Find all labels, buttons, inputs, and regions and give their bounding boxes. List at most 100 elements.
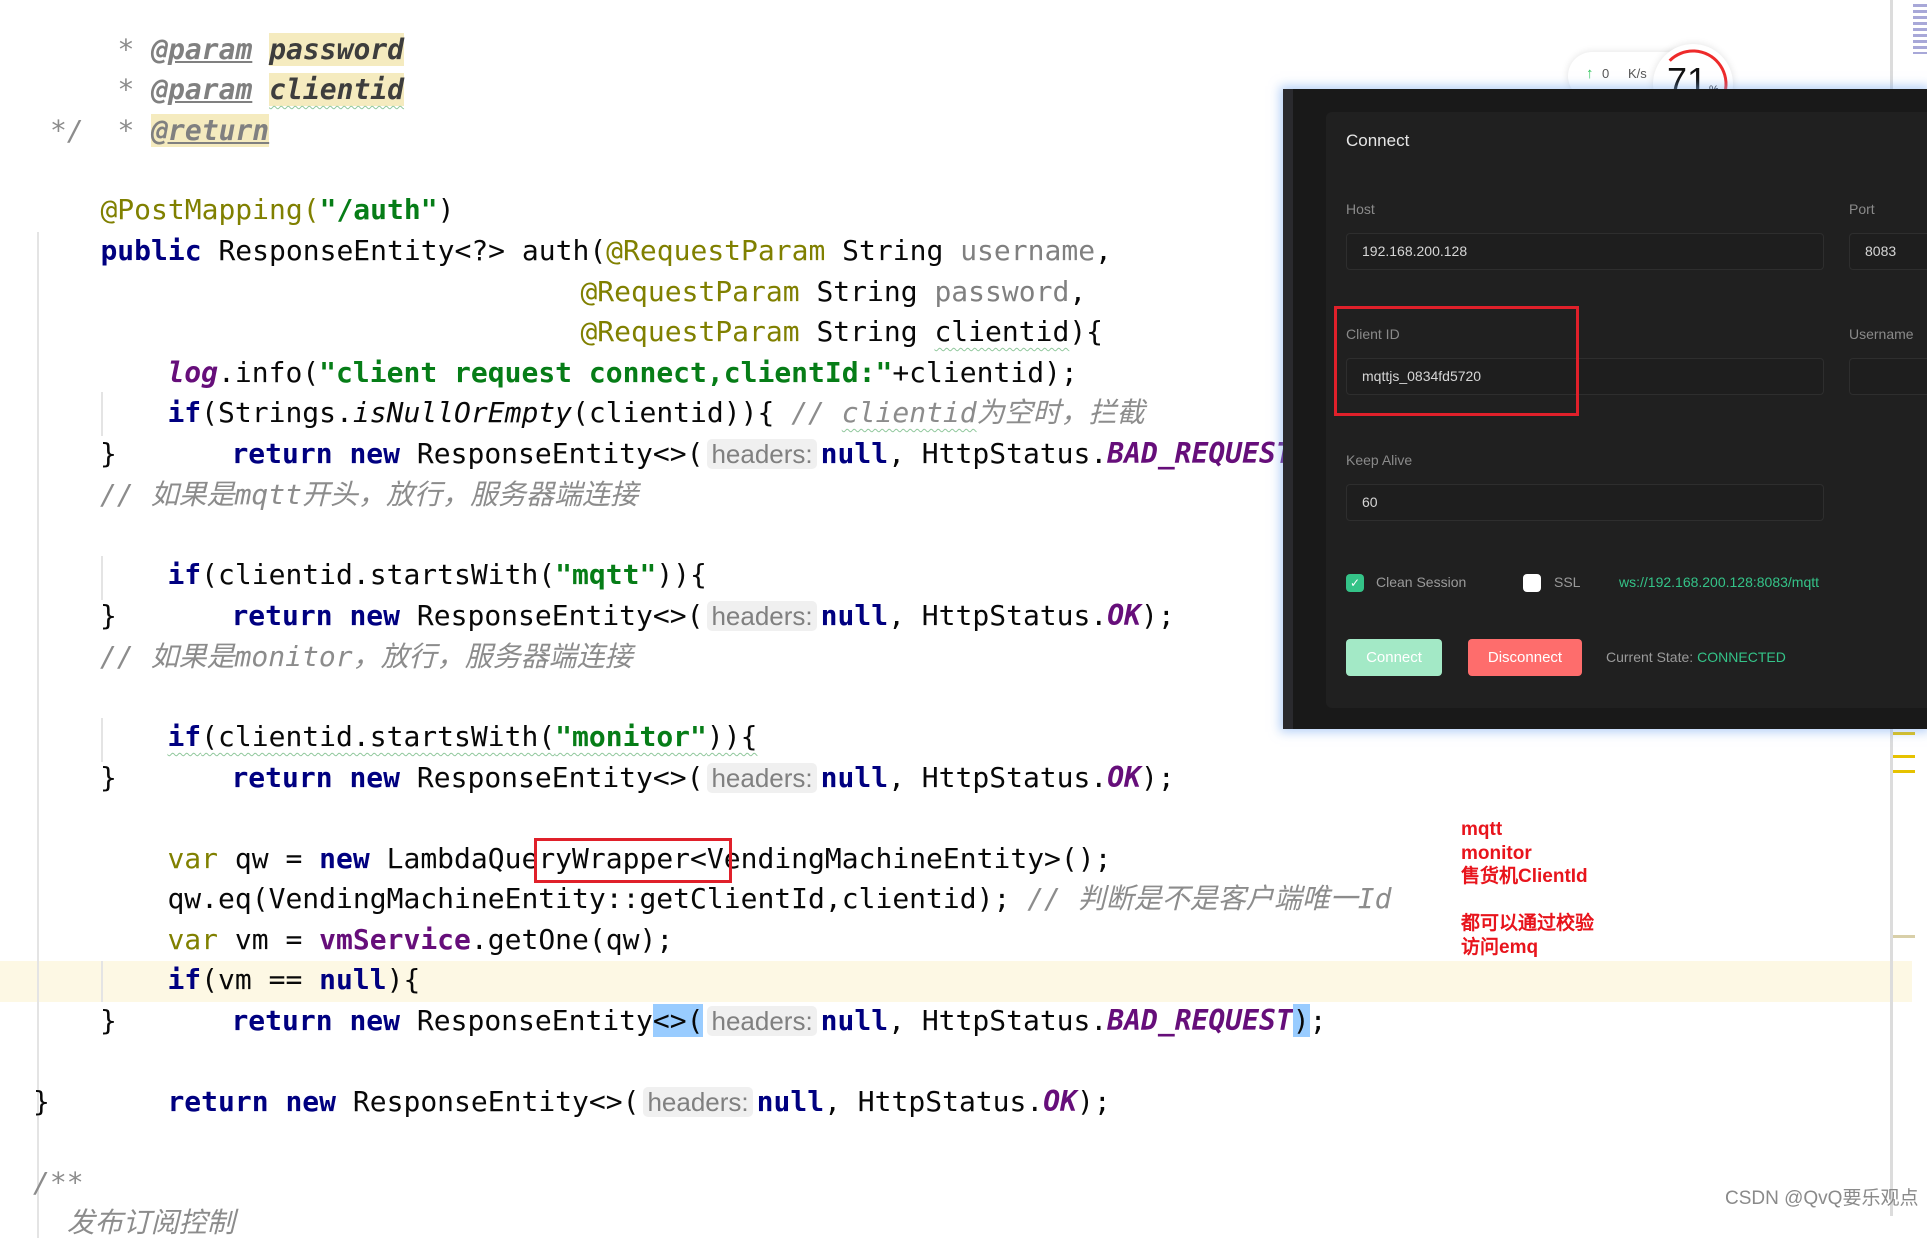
enum-constant: BAD_REQUEST [1107,437,1293,470]
keyword: null [820,761,889,794]
host-label: Host [1346,201,1375,217]
keep-alive-input[interactable]: 60 [1346,484,1824,521]
code-line: */ [50,114,84,147]
scrollbar-marker[interactable] [1893,732,1915,735]
connection-state: Current State: CONNECTED [1606,649,1786,665]
parameter-hint: headers: [707,1006,817,1036]
code-line: log.info("client request connect,clientI… [100,313,1077,389]
enum-constant: OK [1107,761,1141,794]
code-line: if(vm == null){ [100,920,420,996]
keyword: new [349,761,401,794]
annotation-note: mqtt monitor 售货机ClientId 都可以通过校验 访问emq [1461,818,1594,959]
code-line: * @return [50,71,270,147]
scrollbar-marker[interactable] [1893,755,1915,758]
doc-param: clientid [269,73,405,106]
red-highlight-box [534,838,732,883]
keyword: return [167,1085,269,1118]
matched-bracket: ) [1292,1004,1310,1037]
doc-star: * [117,114,152,147]
keyword: return [231,761,333,794]
state-label: Current State: [1606,649,1694,665]
connect-button[interactable]: Connect [1346,639,1442,676]
port-input[interactable]: 8083 [1849,233,1927,270]
keyword: null [820,599,889,632]
code-line: 发布订阅控制 [33,1206,235,1239]
code-text: clientid); [841,882,1028,915]
keyword: null [820,437,889,470]
broker-url: ws://192.168.200.128:8083/mqtt [1619,574,1820,590]
upload-arrow-icon: ↑ [1586,65,1594,82]
parameter-hint: headers: [707,763,817,793]
note-line: mqtt [1461,819,1503,840]
enum-constant: OK [1107,599,1141,632]
code-line: } [100,437,117,470]
code-text: , HttpStatus. [888,1004,1108,1037]
keyword: return [231,437,333,470]
comment-line: // 如果是monitor，放行，服务器端连接 [100,640,633,673]
comment-line: // 如果是mqtt开头，放行，服务器端连接 [100,478,639,511]
code-line: public ResponseEntity<?> auth(@RequestPa… [33,191,1111,267]
code-text: .getOne(qw); [470,923,674,956]
keyword: new [349,437,401,470]
code-line: /** [33,1166,84,1199]
code-line: if(clientid.startsWith("monitor")){ [100,677,757,753]
keyword: return [231,599,333,632]
doc-tag: @return [151,114,270,147]
scrollbar-marker[interactable] [1893,770,1915,773]
note-line: 访问emq [1461,936,1539,958]
code-text: , HttpStatus. [888,761,1108,794]
code-line-current: return new ResponseEntity<>(headers: null… [164,961,1326,1037]
comment: // 判断是不是客户端唯一Id [1027,882,1392,915]
code-text: , [1095,234,1112,267]
code-line: if(Strings.isNullOrEmpty(clientid)){ // … [100,353,1144,429]
clean-session-checkbox[interactable]: ✓ [1346,574,1364,592]
clean-session-label: Clean Session [1376,574,1467,590]
keyword: new [285,1085,337,1118]
watermark: CSDN @QvQ要乐观点 [1725,1188,1919,1209]
code-line: * @param clientid [50,30,405,106]
code-line: var vm = vmService.getOne(qw); [100,880,673,956]
code-text: , HttpStatus. [824,1085,1044,1118]
ssl-checkbox[interactable] [1523,574,1541,592]
code-line: } [100,761,117,794]
enum-constant: OK [1043,1085,1077,1118]
keyword: null [820,1004,889,1037]
network-speed-value: 0 [1602,66,1610,81]
code-text: ResponseEntity<>( [336,1085,640,1118]
code-line: return new ResponseEntity<>(headers: null… [100,1042,1110,1118]
keyword: public [100,234,202,267]
port-label: Port [1849,201,1875,217]
code-text: ); [1076,1085,1111,1118]
state-value: CONNECTED [1697,649,1786,665]
code-text: ); [1140,599,1175,632]
code-line: } [100,599,117,632]
disconnect-button[interactable]: Disconnect [1468,639,1582,676]
note-line [1461,889,1594,913]
code-line: * @param password [50,0,405,66]
keyword: return [231,1004,333,1037]
code-line: return new ResponseEntity<>(headers: null… [164,394,1326,470]
enum-constant: BAD_REQUEST [1107,1004,1293,1037]
parameter-hint: headers: [707,439,817,469]
scrollbar-marker[interactable] [1893,935,1915,938]
keep-alive-label: Keep Alive [1346,452,1413,468]
keyword: new [349,1004,401,1037]
window-side-strip [1283,89,1293,729]
client-id-red-highlight [1334,306,1579,416]
code-line: } [33,1085,50,1118]
code-line: var qw = new LambdaQueryWrapper<VendingM… [100,799,1111,875]
code-line: qw.eq(VendingMachineEntity::getClientId,… [100,839,1391,915]
code-text: , HttpStatus. [888,599,1108,632]
host-input[interactable]: 192.168.200.128 [1346,233,1824,270]
username-input[interactable] [1849,358,1927,395]
code-line: @RequestParam String password, [513,232,1086,308]
parameter-hint: headers: [707,601,817,631]
parameter-hint: headers: [643,1087,753,1117]
ssl-label: SSL [1554,574,1581,590]
note-line: monitor [1461,842,1532,864]
username-label: Username [1849,326,1914,342]
card-title: Connect [1346,131,1410,150]
code-line: } [100,1004,117,1037]
code-text: ); [1140,761,1175,794]
network-speed-unit: K/s [1628,66,1647,81]
